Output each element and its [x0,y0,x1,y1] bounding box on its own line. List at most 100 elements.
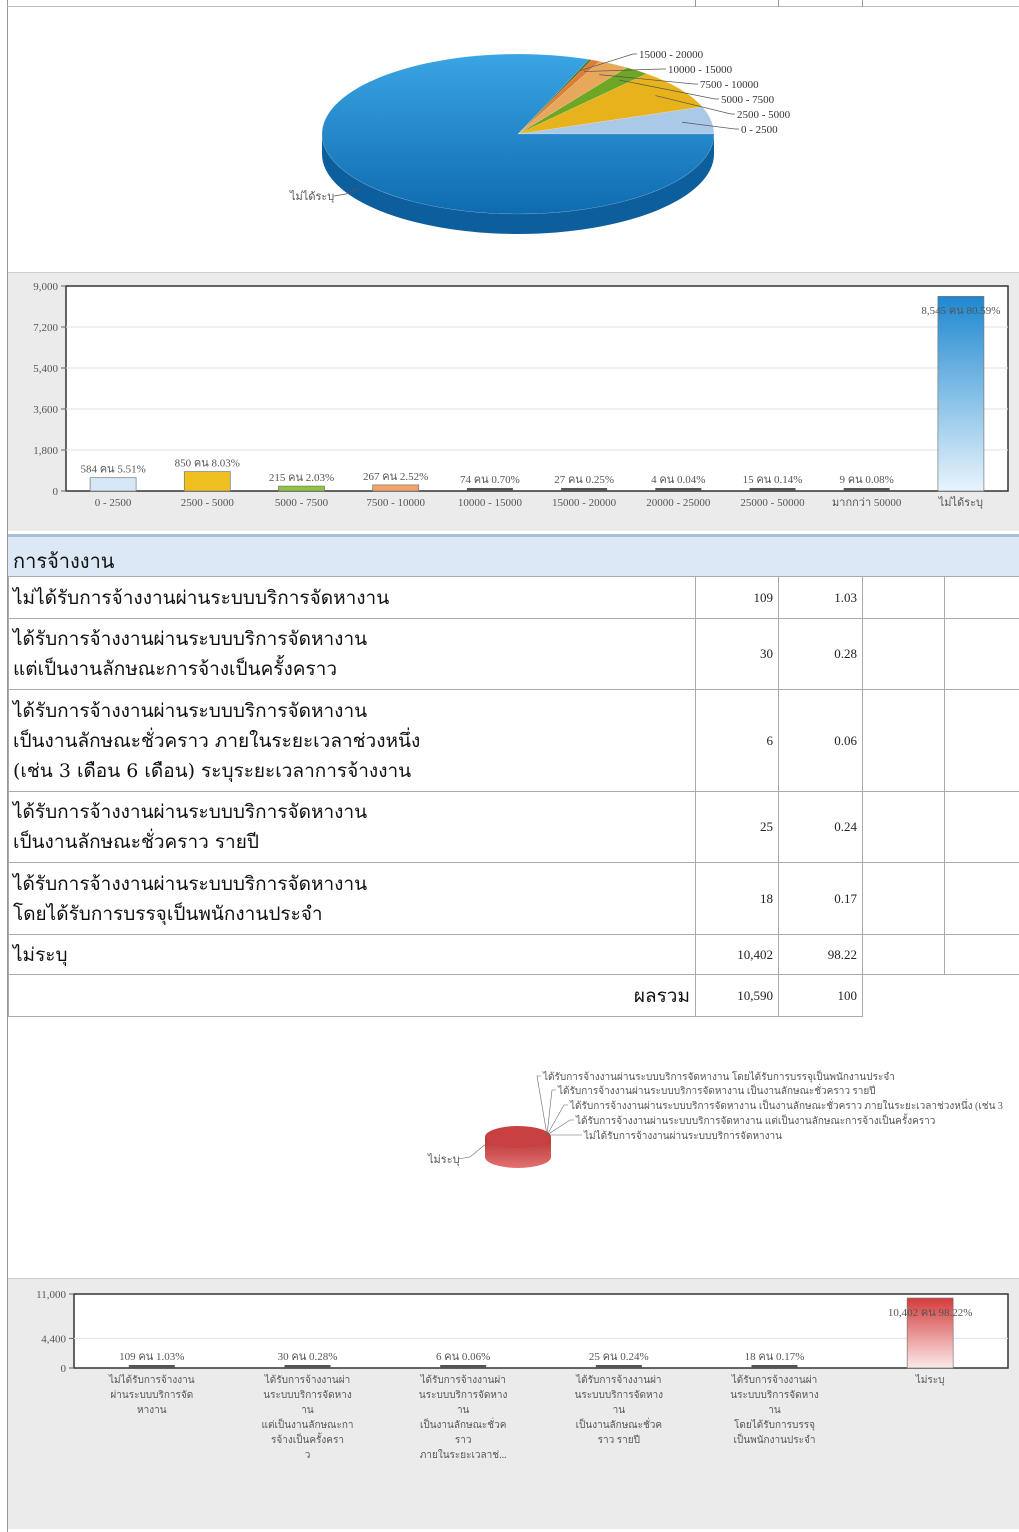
bar [749,488,796,491]
y-tick-label: 7,200 [33,322,58,334]
x-tick-label: แต่เป็นงานลักษณะกา [262,1417,354,1431]
x-tick-label: โดยได้รับการบรรจุ [734,1418,815,1431]
bar-data-label: 9 คน 0.08% [840,474,894,486]
row-count: 25 [695,791,779,863]
x-tick-label: ราว รายปี [598,1434,640,1446]
bar-data-label: 584 คน 5.51% [80,464,145,476]
row-label-text: ได้รับการจ้างงานผ่านระบบบริการจัดหางาน เ… [13,801,368,853]
row-percent: 1.03 [778,576,863,619]
x-tick-label: ได้รับการจ้างงานผ่า [419,1374,505,1386]
x-tick-label: าน [457,1405,470,1416]
y-tick-label: 1,800 [33,445,58,457]
bar [278,485,325,492]
empty-cell [862,862,945,935]
bar [372,484,420,492]
x-tick-label: ได้รับการจ้างงานผ่า [731,1374,817,1386]
x-tick-label: ผ่านระบบบริการจัด [110,1390,193,1401]
bar-data-label: 30 คน 0.28% [278,1351,338,1363]
bar [466,488,513,491]
empty-cell [944,576,1019,619]
x-tick-label: 15000 - 20000 [552,497,617,509]
x-tick-label: ว [305,1450,311,1461]
y-tick-label: 0 [53,486,59,498]
total-count: 10,590 [695,974,779,1017]
bar [595,1365,642,1368]
row-percent: 0.17 [778,862,863,935]
row-count: 6 [695,689,779,792]
empty-cell [862,791,945,863]
bar-data-label: 18 คน 0.17% [745,1351,805,1363]
empty-cell [862,689,945,792]
employment-section-header: การจ้างงาน [8,534,1019,576]
y-tick-label: 0 [61,1363,67,1375]
top-col-1 [695,0,696,7]
row-count: 109 [695,576,779,619]
pie-label: 0 - 2500 [741,124,778,136]
x-tick-label: ได้รับการจ้างงานผ่า [264,1374,350,1386]
x-tick-label: เป็นพนักงานประจำ [734,1432,816,1446]
table-row: ได้รับการจ้างงานผ่านระบบบริการจัดหางาน เ… [8,689,1019,792]
x-tick-label: 10000 - 15000 [458,497,523,509]
top-border [7,6,1019,7]
x-tick-label: 5000 - 7500 [275,497,329,509]
pie-slice [485,1126,551,1148]
bar-data-label: 6 คน 0.06% [436,1351,490,1363]
bar [440,1365,487,1368]
bar-data-label: 74 คน 0.70% [460,474,520,486]
pie-label: 7500 - 10000 [700,79,759,91]
row-percent: 98.22 [778,934,863,975]
pie-label: 15000 - 20000 [639,49,704,61]
bar-data-label: 215 คน 2.03% [269,472,334,484]
bar-data-label: 850 คน 8.03% [175,458,240,470]
pie-label: ไม่ได้รับการจ้างงานผ่านระบบบริการจัดหางา… [583,1130,782,1142]
y-tick-label: 11,000 [36,1289,66,1301]
row-label: ได้รับการจ้างงานผ่านระบบบริการจัดหางาน เ… [8,689,696,792]
x-tick-label: ราว [455,1435,472,1446]
bar [843,488,890,491]
bar [89,477,137,492]
empty-cell [944,791,1019,863]
y-tick-label: 3,600 [33,404,58,416]
row-count: 30 [695,618,779,690]
pie-leader-line [546,1104,568,1136]
x-tick-label: เป็นงานลักษณะชั่วค [576,1417,662,1431]
total-percent: 100 [778,974,863,1017]
x-tick-label: รจ้างเป็นครั้งครา [271,1432,344,1446]
row-label-text: ได้รับการจ้างงานผ่านระบบบริการจัดหางาน เ… [13,699,421,782]
y-tick-label: 4,400 [41,1333,66,1345]
employment-bar-chart: 0 4,400 11,000 109 คน 1.03% ไม่ได้รับการจ้าง… [36,1289,1009,1461]
employment-table: ไม่ได้รับการจ้างงานผ่านระบบบริการจัดหางา… [8,576,1019,1017]
row-percent: 0.28 [778,618,863,690]
employment-section-title: การจ้างงาน [13,549,115,573]
pie-label: ไม่ได้ระบุ [289,190,334,203]
empty-cell [862,618,945,690]
pie-leader-line [536,1075,548,1136]
pie-label: 5000 - 7500 [721,94,775,106]
row-label-text: ได้รับการจ้างงานผ่านระบบบริการจัดหางาน โ… [13,872,368,925]
row-label: ได้รับการจ้างงานผ่านระบบบริการจัดหางาน เ… [8,791,696,863]
bar [655,488,702,491]
empty-cell [862,974,945,1017]
x-tick-label: 0 - 2500 [95,497,132,509]
pie-leader-line [546,1089,556,1136]
row-label: ได้รับการจ้างงานผ่านระบบบริการจัดหางาน แ… [8,618,696,690]
bar [128,1365,175,1368]
bar-data-label: 4 คน 0.04% [651,474,705,486]
x-tick-label: หางาน [137,1405,167,1416]
bar-data-label: 15 คน 0.14% [743,474,803,486]
bar [561,488,608,491]
empty-cell [944,974,1019,1017]
pie-label: ได้รับการจ้างงานผ่านระบบบริการจัดหางาน เ… [569,1098,1003,1112]
bar [183,471,231,492]
total-row: ผลรวม 10,590 100 [8,974,1019,1017]
pie-label: 10000 - 15000 [668,64,733,76]
empty-cell [862,576,945,619]
x-tick-label: ภายในระยะเวลาช่... [420,1449,507,1461]
empty-cell [862,934,945,975]
top-col-3 [862,0,863,7]
row-count: 18 [695,862,779,935]
top-col-2 [778,0,779,7]
y-tick-label: 9,000 [33,281,58,293]
table-row: ได้รับการจ้างงานผ่านระบบบริการจัดหางาน เ… [8,791,1019,863]
bar-data-label: 27 คน 0.25% [554,474,614,486]
